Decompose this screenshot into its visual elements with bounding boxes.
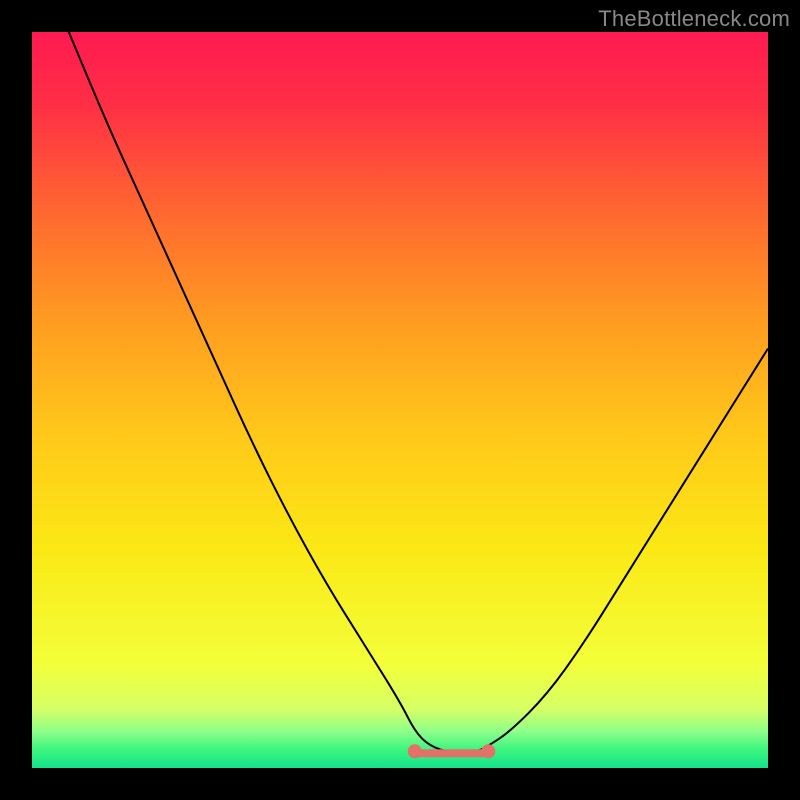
watermark-text: TheBottleneck.com bbox=[598, 6, 790, 32]
optimal-region-dots bbox=[411, 749, 493, 757]
gradient-background bbox=[32, 32, 768, 768]
flat-endpoint-left bbox=[408, 744, 422, 758]
plot-area bbox=[32, 32, 768, 768]
flat-endpoint-right bbox=[481, 744, 495, 758]
chart-svg bbox=[32, 32, 768, 768]
chart-frame: TheBottleneck.com bbox=[0, 0, 800, 800]
